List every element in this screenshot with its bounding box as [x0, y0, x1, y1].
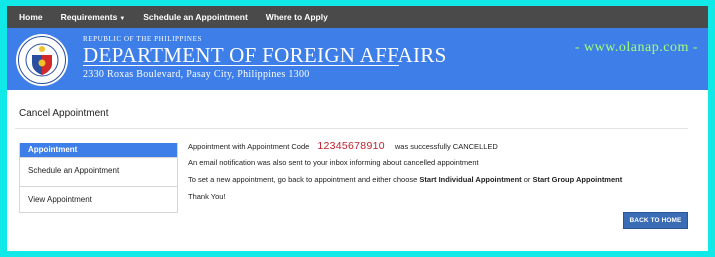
- message-panel: Appointment with Appointment Code 123456…: [188, 140, 698, 209]
- dfa-seal-icon: [16, 34, 68, 86]
- page-title: Cancel Appointment: [19, 108, 109, 119]
- sidebar-heading: Appointment: [20, 143, 177, 157]
- or-text: or: [523, 175, 531, 184]
- republic-label: REPUBLIC OF THE PHILIPPINES: [83, 35, 202, 43]
- nav-home[interactable]: Home: [19, 12, 43, 22]
- top-navbar: Home Requirements ▼ Schedule an Appointme…: [7, 6, 708, 28]
- start-individual-link: Start Individual Appointment: [419, 175, 522, 184]
- email-note: An email notification was also sent to y…: [188, 158, 479, 167]
- header-banner: REPUBLIC OF THE PHILIPPINES DEPARTMENT O…: [7, 28, 708, 90]
- banner-rule: [83, 65, 399, 66]
- back-to-home-button[interactable]: BACK TO HOME: [623, 212, 688, 229]
- cancel-confirmation: Appointment with Appointment Code 123456…: [188, 140, 698, 152]
- title-divider: [15, 128, 688, 129]
- code-suffix: was successfully CANCELLED: [394, 142, 498, 151]
- new-appointment-note: To set a new appointment, go back to app…: [188, 175, 698, 184]
- thank-you: Thank You!: [188, 192, 226, 201]
- sidebar-item-schedule[interactable]: Schedule an Appointment: [20, 157, 177, 183]
- start-group-link: Start Group Appointment: [532, 175, 623, 184]
- sidebar-item-view[interactable]: View Appointment: [20, 186, 177, 212]
- nav-requirements-label: Requirements: [60, 12, 118, 22]
- caret-down-icon: ▼: [119, 16, 126, 22]
- nav-where-to-apply[interactable]: Where to Apply: [266, 12, 328, 22]
- address-label: 2330 Roxas Boulevard, Pasay City, Philip…: [83, 69, 310, 80]
- appointment-code: 12345678910: [317, 140, 385, 152]
- new-prefix: To set a new appointment, go back to app…: [188, 175, 418, 184]
- watermark-text: - www.olanap.com -: [574, 40, 698, 55]
- sidebar: Appointment Schedule an Appointment View…: [19, 143, 178, 213]
- page-frame: Home Requirements ▼ Schedule an Appointme…: [7, 6, 708, 251]
- nav-schedule[interactable]: Schedule an Appointment: [143, 12, 248, 22]
- code-prefix: Appointment with Appointment Code: [188, 142, 310, 151]
- nav-requirements[interactable]: Requirements ▼: [61, 12, 126, 22]
